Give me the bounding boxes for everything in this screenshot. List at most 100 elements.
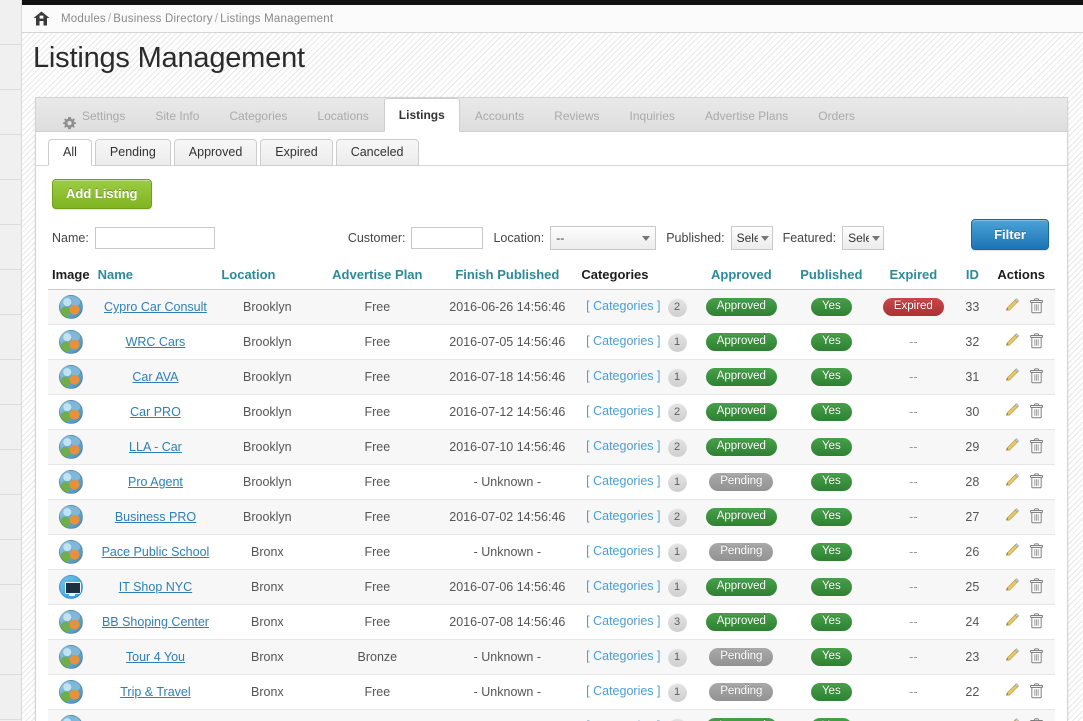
tab-locations[interactable]: Locations — [302, 99, 383, 132]
listing-name-link[interactable]: Car AVA — [132, 370, 178, 384]
cell-image — [48, 289, 94, 325]
categories-link[interactable]: [ Categories ] — [586, 334, 660, 348]
listing-name-link[interactable]: Cypro Car Consult — [104, 300, 207, 314]
listing-name-link[interactable]: BB Shoping Center — [102, 615, 209, 629]
cell-finish-published: - Unknown - — [437, 674, 578, 710]
listing-name-link[interactable]: Tour 4 You — [126, 650, 185, 664]
cell-id: 25 — [951, 569, 994, 605]
trash-icon[interactable] — [1029, 508, 1044, 524]
trash-icon[interactable] — [1029, 368, 1044, 384]
add-listing-button[interactable]: Add Listing — [52, 179, 152, 209]
categories-link[interactable]: [ Categories ] — [586, 369, 660, 383]
trash-icon[interactable] — [1029, 683, 1044, 699]
listing-name-link[interactable]: Pace Public School — [102, 545, 210, 559]
listings-table-head: Image Name Location Advertise Plan Finis… — [48, 267, 1055, 290]
name-input[interactable] — [94, 227, 215, 249]
expired-badge: Expired — [882, 297, 944, 317]
col-header-id[interactable]: ID — [951, 267, 994, 290]
col-header-finish-published[interactable]: Finish Published — [437, 267, 578, 290]
trash-icon[interactable] — [1029, 333, 1044, 349]
approved-badge: Approved — [705, 612, 777, 632]
published-select[interactable]: Sele — [730, 226, 773, 250]
categories-link[interactable]: [ Categories ] — [586, 509, 660, 523]
listing-name-link[interactable]: LLA - Car — [129, 440, 182, 454]
breadcrumb-item-business-directory[interactable]: Business Directory — [113, 13, 212, 25]
cell-id: 31 — [951, 359, 994, 395]
listing-name-link[interactable]: WRC Cars — [126, 335, 186, 349]
subtab-pending[interactable]: Pending — [94, 139, 171, 166]
categories-link[interactable]: [ Categories ] — [586, 544, 660, 558]
subtab-approved[interactable]: Approved — [173, 139, 258, 166]
pencil-icon[interactable] — [1005, 543, 1020, 558]
trash-icon[interactable] — [1029, 438, 1044, 454]
home-icon[interactable] — [33, 11, 50, 26]
globe-avatar-icon — [58, 610, 83, 634]
listing-name-link[interactable]: Pro Agent — [128, 475, 183, 489]
expired-empty: -- — [909, 510, 918, 524]
pencil-icon[interactable] — [1005, 438, 1020, 453]
page-title: Listings Management — [33, 42, 305, 74]
trash-icon[interactable] — [1029, 578, 1044, 594]
cell-expired: -- — [875, 429, 952, 465]
trash-icon[interactable] — [1029, 613, 1044, 629]
tab-orders[interactable]: Orders — [803, 99, 870, 132]
categories-link[interactable]: [ Categories ] — [586, 474, 660, 488]
cell-approved: Approved — [695, 429, 788, 465]
categories-link[interactable]: [ Categories ] — [586, 439, 660, 453]
listing-name-link[interactable]: Business PRO — [115, 510, 196, 524]
pencil-icon[interactable] — [1005, 298, 1020, 313]
categories-link[interactable]: [ Categories ] — [586, 614, 660, 628]
categories-link[interactable]: [ Categories ] — [586, 404, 660, 418]
subtab-canceled[interactable]: Canceled — [335, 139, 419, 166]
trash-icon[interactable] — [1029, 403, 1044, 419]
listing-name-link[interactable]: Car PRO — [130, 405, 181, 419]
categories-link[interactable]: [ Categories ] — [586, 649, 660, 663]
breadcrumb-item-listings-management[interactable]: Listings Management — [220, 13, 333, 25]
pencil-icon[interactable] — [1005, 578, 1020, 593]
col-header-location[interactable]: Location — [217, 267, 318, 290]
subtab-all[interactable]: All — [48, 139, 92, 166]
categories-link[interactable]: [ Categories ] — [586, 299, 660, 313]
pencil-icon[interactable] — [1005, 403, 1020, 418]
subtab-expired[interactable]: Expired — [260, 139, 333, 166]
col-header-published[interactable]: Published — [787, 267, 876, 290]
cell-location: Brooklyn — [217, 359, 318, 395]
gear-icon — [63, 110, 76, 129]
pencil-icon[interactable] — [1005, 333, 1020, 348]
categories-link[interactable]: [ Categories ] — [586, 684, 660, 698]
pencil-icon[interactable] — [1005, 613, 1020, 628]
pencil-icon[interactable] — [1005, 683, 1020, 698]
location-select[interactable]: -- — [550, 226, 657, 250]
tab-site-info[interactable]: Site Info — [140, 99, 214, 132]
col-header-name[interactable]: Name — [93, 267, 218, 290]
tab-settings[interactable]: Settings — [52, 99, 140, 132]
col-header-advertise-plan[interactable]: Advertise Plan — [317, 267, 438, 290]
pencil-icon[interactable] — [1005, 648, 1020, 663]
col-header-expired[interactable]: Expired — [875, 267, 952, 290]
trash-icon[interactable] — [1029, 648, 1044, 664]
breadcrumb-item-modules[interactable]: Modules — [61, 13, 106, 25]
categories-link[interactable]: [ Categories ] — [586, 579, 660, 593]
globe-avatar-icon — [58, 435, 83, 459]
tab-accounts[interactable]: Accounts — [460, 99, 539, 132]
trash-icon[interactable] — [1029, 298, 1044, 314]
tab-categories[interactable]: Categories — [214, 99, 302, 132]
cell-expired: -- — [875, 464, 952, 500]
trash-icon[interactable] — [1029, 473, 1044, 489]
customer-input[interactable] — [411, 227, 484, 249]
tab-reviews[interactable]: Reviews — [539, 99, 614, 132]
pencil-icon[interactable] — [1005, 473, 1020, 488]
col-header-approved[interactable]: Approved — [695, 267, 788, 290]
filter-button[interactable]: Filter — [971, 219, 1049, 250]
tab-listings[interactable]: Listings — [383, 98, 460, 132]
listing-name-link[interactable]: Trip & Travel — [120, 685, 190, 699]
cell-finish-published: - Unknown - — [437, 464, 578, 500]
pencil-icon[interactable] — [1005, 508, 1020, 523]
featured-select[interactable]: Sele — [842, 226, 885, 250]
listing-name-link[interactable]: IT Shop NYC — [119, 580, 192, 594]
gutter-tick — [0, 45, 21, 90]
pencil-icon[interactable] — [1005, 368, 1020, 383]
tab-advertise-plans[interactable]: Advertise Plans — [690, 99, 803, 132]
trash-icon[interactable] — [1029, 543, 1044, 559]
tab-inquiries[interactable]: Inquiries — [615, 99, 690, 132]
